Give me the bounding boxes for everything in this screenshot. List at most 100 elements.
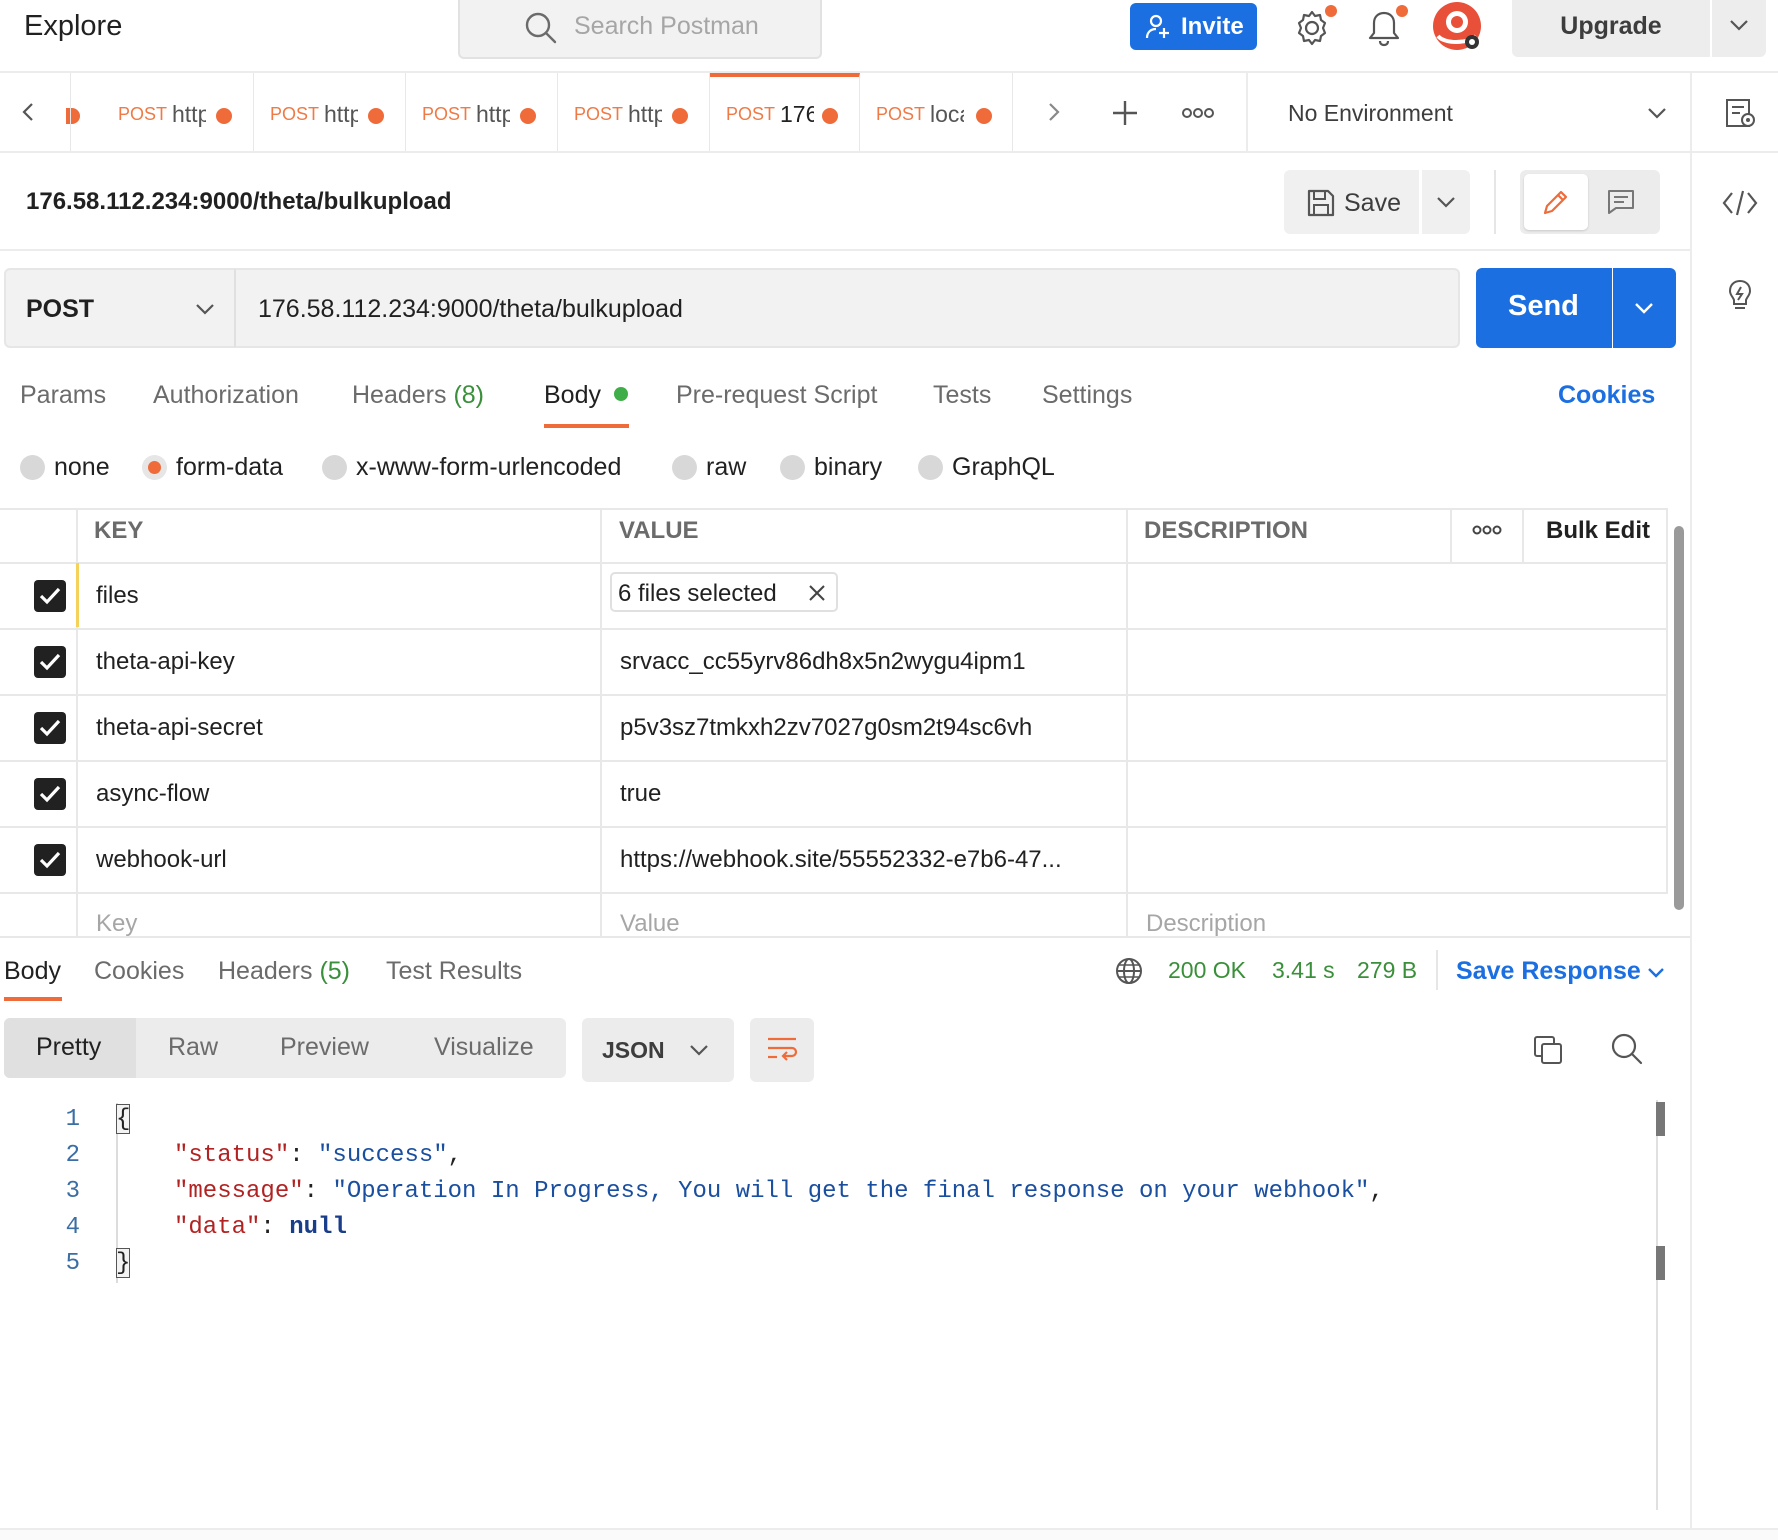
save-dropdown[interactable] <box>1422 170 1470 234</box>
row-checkbox[interactable] <box>34 712 66 744</box>
tab-body[interactable]: Body <box>544 381 628 410</box>
chevron-left-icon[interactable] <box>20 101 36 123</box>
row-checkbox[interactable] <box>34 580 66 612</box>
search-placeholder: Search Postman <box>574 12 759 40</box>
radio-binary-label[interactable]: binary <box>814 453 882 482</box>
url-input[interactable]: 176.58.112.234:9000/theta/bulkupload <box>234 268 1460 348</box>
wrap-lines-button[interactable] <box>750 1018 814 1082</box>
globe-icon[interactable] <box>1114 956 1144 986</box>
response-tab-headers[interactable]: Headers (5) <box>218 957 350 986</box>
radio-binary[interactable] <box>780 455 805 480</box>
view-visualize[interactable]: Visualize <box>434 1033 534 1062</box>
tab-prerequest-script[interactable]: Pre-request Script <box>676 381 877 410</box>
environment-selector[interactable]: No Environment <box>1288 100 1453 127</box>
json-key: "data" <box>174 1214 261 1241</box>
search-bar[interactable]: Search Postman <box>458 0 822 59</box>
tab-2[interactable]: POST http <box>254 73 406 151</box>
more-options-icon[interactable] <box>1182 107 1214 119</box>
column-header-value: VALUE <box>619 517 699 544</box>
tab-method: POST <box>876 104 926 124</box>
response-headers-count: (5) <box>319 957 351 985</box>
comments-icon[interactable] <box>1606 188 1636 216</box>
new-tab-plus-icon[interactable] <box>1110 98 1140 128</box>
table-scrollbar[interactable] <box>1674 526 1684 910</box>
radio-urlencoded-label[interactable]: x-www-form-urlencoded <box>356 453 621 482</box>
save-response-button[interactable]: Save Response <box>1456 957 1641 986</box>
tab-authorization[interactable]: Authorization <box>153 381 299 410</box>
code-snippet-icon[interactable] <box>1722 189 1758 217</box>
response-tab-body[interactable]: Body <box>4 957 61 986</box>
edit-mode-button[interactable] <box>1524 174 1588 230</box>
row-key[interactable]: theta-api-key <box>96 648 235 676</box>
view-raw[interactable]: Raw <box>168 1033 218 1062</box>
request-title[interactable]: 176.58.112.234:9000/theta/bulkupload <box>26 188 452 216</box>
upgrade-button[interactable]: Upgrade <box>1512 0 1710 57</box>
upgrade-dropdown[interactable] <box>1712 0 1766 57</box>
tab-headers[interactable]: Headers (8) <box>352 381 484 410</box>
send-dropdown[interactable] <box>1613 268 1676 348</box>
send-button[interactable]: Send <box>1476 268 1612 348</box>
radio-none[interactable] <box>20 455 45 480</box>
response-divider[interactable] <box>0 936 1690 938</box>
close-icon[interactable] <box>808 584 826 602</box>
invite-label: Invite <box>1181 13 1244 40</box>
chevron-down-icon[interactable] <box>1646 106 1668 120</box>
new-description-input[interactable]: Description <box>1146 910 1266 938</box>
radio-raw[interactable] <box>672 455 697 480</box>
response-size[interactable]: 279 B <box>1357 957 1417 984</box>
radio-graphql-label[interactable]: GraphQL <box>952 453 1055 482</box>
view-preview[interactable]: Preview <box>280 1033 369 1062</box>
avatar[interactable] <box>1430 0 1484 54</box>
tab-url: 176 <box>780 101 814 127</box>
format-selector[interactable]: JSON <box>582 1018 734 1082</box>
row-value[interactable]: https://webhook.site/55552332-e7b6-47... <box>620 846 1062 874</box>
row-checkbox[interactable] <box>34 646 66 678</box>
radio-form-data-label[interactable]: form-data <box>176 453 283 482</box>
copy-icon[interactable] <box>1532 1034 1564 1066</box>
status-code[interactable]: 200 OK <box>1168 957 1246 984</box>
tab-5-active[interactable]: POST 176 <box>710 73 860 151</box>
radio-form-data[interactable] <box>142 455 167 480</box>
tab-tests[interactable]: Tests <box>933 381 991 410</box>
radio-none-label[interactable]: none <box>54 453 110 482</box>
response-time[interactable]: 3.41 s <box>1272 957 1335 984</box>
radio-graphql[interactable] <box>918 455 943 480</box>
radio-raw-label[interactable]: raw <box>706 453 746 482</box>
row-key[interactable]: theta-api-secret <box>96 714 263 742</box>
new-key-input[interactable]: Key <box>96 910 137 938</box>
chevron-right-icon[interactable] <box>1046 101 1062 123</box>
row-value[interactable]: p5v3sz7tmkxh2zv7027g0sm2t94sc6vh <box>620 714 1032 742</box>
response-tab-cookies[interactable]: Cookies <box>94 957 184 986</box>
tab-3[interactable]: POST http <box>406 73 558 151</box>
response-tab-test-results[interactable]: Test Results <box>386 957 522 986</box>
more-options-icon[interactable] <box>1472 524 1502 536</box>
explore-link[interactable]: Explore <box>24 10 122 43</box>
row-checkbox[interactable] <box>34 844 66 876</box>
cookies-link[interactable]: Cookies <box>1558 381 1655 410</box>
row-key[interactable]: files <box>96 582 139 610</box>
row-key[interactable]: webhook-url <box>96 846 227 874</box>
tab-1[interactable]: POST http <box>102 73 254 151</box>
tab-6[interactable]: POST loca <box>860 73 1013 151</box>
bulk-edit-button[interactable]: Bulk Edit <box>1546 517 1650 545</box>
view-pretty[interactable]: Pretty <box>36 1033 101 1062</box>
tab-settings[interactable]: Settings <box>1042 381 1132 410</box>
save-button[interactable]: Save <box>1284 170 1419 234</box>
tab-params[interactable]: Params <box>20 381 106 410</box>
new-value-input[interactable]: Value <box>620 910 680 938</box>
chevron-down-icon[interactable] <box>1646 966 1666 980</box>
row-value[interactable]: true <box>620 780 661 808</box>
radio-urlencoded[interactable] <box>322 455 347 480</box>
invite-button[interactable]: Invite <box>1130 3 1257 50</box>
code-line: "status": "success", <box>174 1142 463 1169</box>
files-selected-chip[interactable]: 6 files selected <box>610 572 838 612</box>
lightbulb-icon[interactable] <box>1724 278 1756 314</box>
row-checkbox[interactable] <box>34 778 66 810</box>
search-icon[interactable] <box>1610 1032 1644 1066</box>
tab-4[interactable]: POST http <box>558 73 710 151</box>
code-scrollbar-track[interactable] <box>1656 1100 1658 1510</box>
row-key[interactable]: async-flow <box>96 780 209 808</box>
method-selector[interactable]: POST <box>4 268 236 348</box>
row-value[interactable]: srvacc_cc55yrv86dh8x5n2wygu4ipm1 <box>620 648 1026 676</box>
environment-quick-look-icon[interactable] <box>1724 97 1756 129</box>
